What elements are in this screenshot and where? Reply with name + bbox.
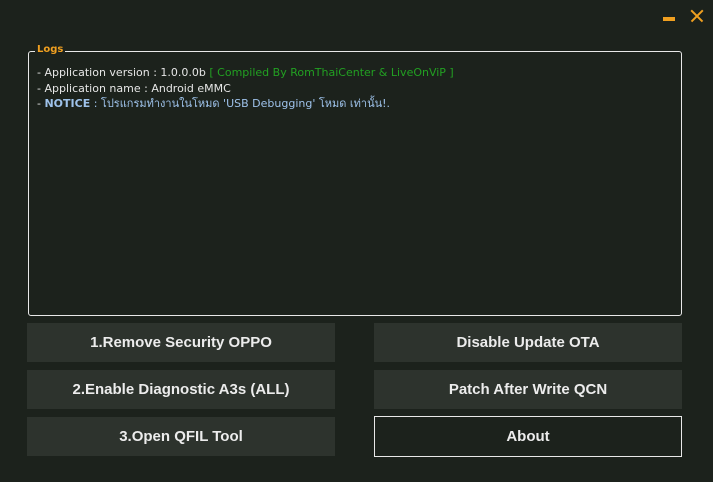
- about-button[interactable]: About: [374, 416, 682, 457]
- log-output[interactable]: - Application version : 1.0.0.0b [ Compi…: [37, 65, 675, 309]
- log-notice-label: NOTICE: [44, 97, 91, 110]
- open-qfil-tool-button[interactable]: 3.Open QFIL Tool: [27, 417, 335, 456]
- log-notice-text: : โปรแกรมทำงานในโหมด 'USB Debugging' โหม…: [90, 97, 391, 110]
- window-controls: [657, 6, 709, 26]
- close-icon: [690, 9, 704, 23]
- log-compiled-by: [ Compiled By RomThaiCenter & LiveOnViP …: [209, 66, 454, 79]
- close-button[interactable]: [685, 6, 709, 26]
- enable-diagnostic-button[interactable]: 2.Enable Diagnostic A3s (ALL): [27, 370, 335, 409]
- minimize-button[interactable]: [657, 6, 681, 26]
- log-line-notice: - NOTICE : โปรแกรมทำงานในโหมด 'USB Debug…: [37, 96, 675, 112]
- disable-update-ota-button[interactable]: Disable Update OTA: [374, 323, 682, 362]
- log-version-text: - Application version : 1.0.0.0b: [37, 66, 206, 79]
- log-line-name: - Application name : Android eMMC: [37, 81, 231, 95]
- patch-after-write-qcn-button[interactable]: Patch After Write QCN: [374, 370, 682, 409]
- log-line-version: - Application version : 1.0.0.0b [ Compi…: [37, 65, 675, 81]
- minimize-icon: [663, 17, 675, 21]
- remove-security-oppo-button[interactable]: 1.Remove Security OPPO: [27, 323, 335, 362]
- logs-title: Logs: [35, 44, 66, 55]
- logs-group: Logs - Application version : 1.0.0.0b [ …: [28, 44, 682, 316]
